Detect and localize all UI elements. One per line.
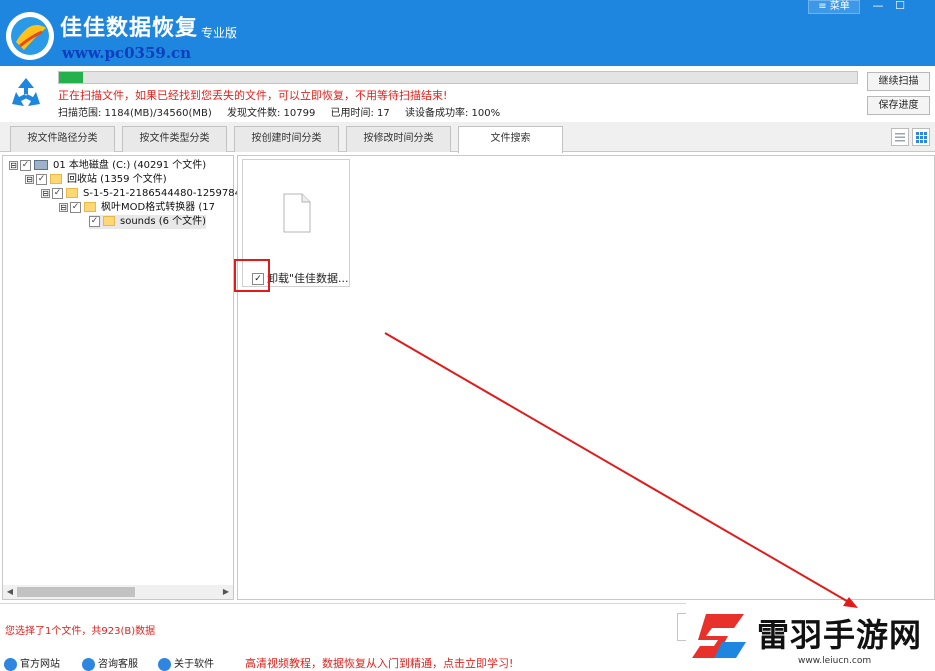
app-logo-icon xyxy=(6,12,54,60)
tree-node-label: 回收站 (1359 个文件) xyxy=(67,174,167,185)
list-view-button[interactable] xyxy=(891,128,909,146)
checkbox[interactable]: ✓ xyxy=(36,173,47,185)
menu-button[interactable]: ≡ 菜单 xyxy=(808,0,860,14)
tree-node-sounds[interactable]: ✓ sounds (6 个文件) xyxy=(89,215,207,229)
horizontal-scrollbar[interactable]: ◀ ▶ xyxy=(3,585,233,599)
folder-icon xyxy=(50,174,62,184)
folder-icon xyxy=(103,216,115,226)
collapse-icon[interactable]: ⊟ xyxy=(25,174,34,184)
scan-stats: 扫描范围: 1184(MB)/34560(MB) 发现文件数: 10799 已用… xyxy=(58,104,512,119)
brand-name: 雷羽手游网 xyxy=(757,616,923,654)
drive-icon xyxy=(34,160,48,170)
folder-icon xyxy=(66,188,78,198)
tab-by-modified-time[interactable]: 按修改时间分类 xyxy=(346,126,451,152)
about-link[interactable]: 关于软件 xyxy=(158,655,214,671)
tutorial-promo-link[interactable]: 高清视频教程，数据恢复从入门到精通，点击立即学习! xyxy=(245,655,513,671)
tree-node-recycle-bin[interactable]: ⊟ ✓ 回收站 (1359 个文件) xyxy=(25,173,167,187)
scan-progress-fill xyxy=(59,72,83,83)
tree-node-drive[interactable]: ⊟ ✓ 01 本地磁盘 (C:) (40291 个文件) xyxy=(9,159,206,173)
folder-icon xyxy=(84,202,96,212)
checkbox[interactable]: ✓ xyxy=(70,201,81,213)
support-icon xyxy=(82,657,95,671)
official-site-link[interactable]: 官方网站 xyxy=(4,655,60,671)
tab-by-created-time[interactable]: 按创建时间分类 xyxy=(234,126,339,152)
list-view-icon xyxy=(895,133,905,142)
scroll-right-icon[interactable]: ▶ xyxy=(219,585,233,599)
minimize-button[interactable]: — xyxy=(866,0,890,14)
scan-progress-bar xyxy=(58,71,858,84)
info-icon xyxy=(158,657,171,671)
scrollbar-thumb[interactable] xyxy=(17,587,135,597)
document-icon xyxy=(283,193,311,233)
category-tabs: 按文件路径分类 按文件类型分类 按创建时间分类 按修改时间分类 文件搜索 xyxy=(0,122,935,153)
tree-node-label: 01 本地磁盘 (C:) (40291 个文件) xyxy=(53,160,207,171)
tab-by-path[interactable]: 按文件路径分类 xyxy=(10,126,115,152)
title-bar: 佳佳数据恢复 专业版 www.pc0359.cn ≡ 菜单 — ☐ xyxy=(0,0,935,66)
elapsed-time: 已用时间: 17 xyxy=(330,108,390,119)
read-success-rate: 读设备成功率: 100% xyxy=(404,108,501,119)
continue-scan-button[interactable]: 继续扫描 xyxy=(867,72,930,91)
collapse-icon[interactable]: ⊟ xyxy=(41,188,50,198)
grid-view-icon xyxy=(916,132,927,143)
tree-node-label: sounds (6 个文件) xyxy=(120,216,207,227)
maximize-button[interactable]: ☐ xyxy=(888,0,912,14)
tree-node-mod-converter[interactable]: ⊟ ✓ 枫叶MOD格式转换器 (17 xyxy=(59,201,215,215)
checkbox[interactable]: ✓ xyxy=(20,159,31,171)
tab-file-search[interactable]: 文件搜索 xyxy=(458,126,563,153)
official-site-label: 官方网站 xyxy=(20,659,60,670)
tab-by-type[interactable]: 按文件类型分类 xyxy=(122,126,227,152)
selection-summary: 您选择了1个文件，共923(B)数据 xyxy=(5,626,156,637)
brand-watermark: 雷羽手游网 www.leiucn.com xyxy=(686,600,935,671)
file-grid: ✓ 卸载"佳佳数据... xyxy=(237,155,935,600)
consult-link[interactable]: 咨询客服 xyxy=(82,655,138,671)
scroll-left-icon[interactable]: ◀ xyxy=(3,585,17,599)
tree-node-label: 枫叶MOD格式转换器 (17 xyxy=(101,202,216,213)
tree-node-sid[interactable]: ⊟ ✓ S-1-5-21-2186544480-12597845 xyxy=(41,187,247,201)
scan-range: 扫描范围: 1184(MB)/34560(MB) xyxy=(58,108,212,119)
app-title: 佳佳数据恢复 xyxy=(60,16,199,41)
menu-label: 菜单 xyxy=(829,1,850,12)
file-name: 卸载"佳佳数据... xyxy=(267,272,349,285)
collapse-icon[interactable]: ⊟ xyxy=(59,202,68,212)
grid-view-button[interactable] xyxy=(912,128,930,146)
checkbox[interactable]: ✓ xyxy=(52,187,63,199)
home-icon xyxy=(4,657,17,671)
scan-status-area: 正在扫描文件，如果已经找到您丢失的文件，可以立即恢复，不用等待扫描结束! 扫描范… xyxy=(0,66,935,122)
tree-node-label: S-1-5-21-2186544480-12597845 xyxy=(83,188,248,199)
recycle-icon xyxy=(12,78,40,106)
folder-tree: ⊟ ✓ 01 本地磁盘 (C:) (40291 个文件) ⊟ ✓ 回收站 (1359 个… xyxy=(2,155,247,600)
annotation-highlight-box xyxy=(234,259,270,292)
save-progress-button[interactable]: 保存进度 xyxy=(867,96,930,115)
app-edition: 专业版 xyxy=(201,26,238,40)
collapse-icon[interactable]: ⊟ xyxy=(9,160,18,170)
scan-message: 正在扫描文件，如果已经找到您丢失的文件，可以立即恢复，不用等待扫描结束! xyxy=(58,89,448,102)
consult-label: 咨询客服 xyxy=(98,659,138,670)
site-watermark: www.pc0359.cn xyxy=(62,44,192,62)
files-found: 发现文件数: 10799 xyxy=(226,108,316,119)
brand-logo-icon xyxy=(692,614,746,658)
about-label: 关于软件 xyxy=(174,659,214,670)
checkbox[interactable]: ✓ xyxy=(89,215,100,227)
brand-url: www.leiucn.com xyxy=(798,656,872,666)
